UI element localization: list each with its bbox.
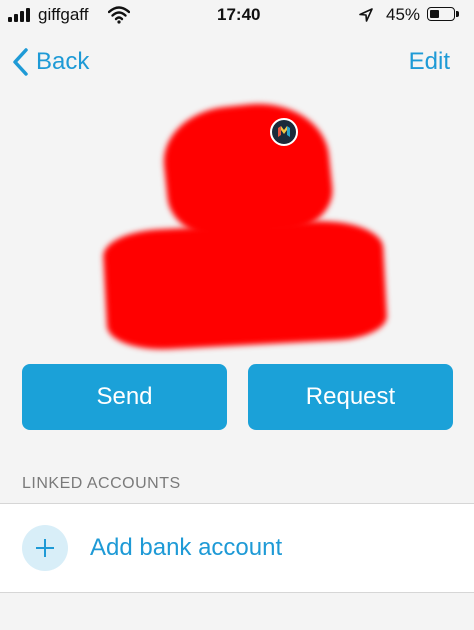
back-button[interactable]: Back xyxy=(12,46,89,78)
add-bank-account-row[interactable]: Add bank account xyxy=(0,504,474,592)
edit-button[interactable]: Edit xyxy=(409,48,450,76)
redaction-mark xyxy=(102,217,388,353)
monzo-badge-icon xyxy=(270,118,298,146)
battery-level xyxy=(430,10,439,18)
carrier-name: giffgaff xyxy=(38,5,89,24)
clock: 17:40 xyxy=(217,5,261,24)
location-arrow-icon xyxy=(359,8,373,22)
profile-avatar-redacted xyxy=(95,95,390,360)
add-bank-account-label: Add bank account xyxy=(90,534,283,561)
battery-percent: 45% xyxy=(386,5,421,24)
battery-icon xyxy=(427,7,455,21)
signal-bars-icon xyxy=(8,8,34,22)
battery-cap xyxy=(456,11,459,17)
wifi-icon xyxy=(108,6,130,24)
linked-accounts-header: LINKED ACCOUNTS xyxy=(22,475,181,492)
send-button[interactable]: Send xyxy=(22,364,227,430)
plus-icon xyxy=(22,525,68,571)
status-bar: giffgaff 17:40 45% xyxy=(0,0,474,32)
request-button[interactable]: Request xyxy=(248,364,453,430)
divider xyxy=(0,592,474,593)
chevron-left-icon xyxy=(13,48,28,76)
back-button-label: Back xyxy=(36,48,90,75)
